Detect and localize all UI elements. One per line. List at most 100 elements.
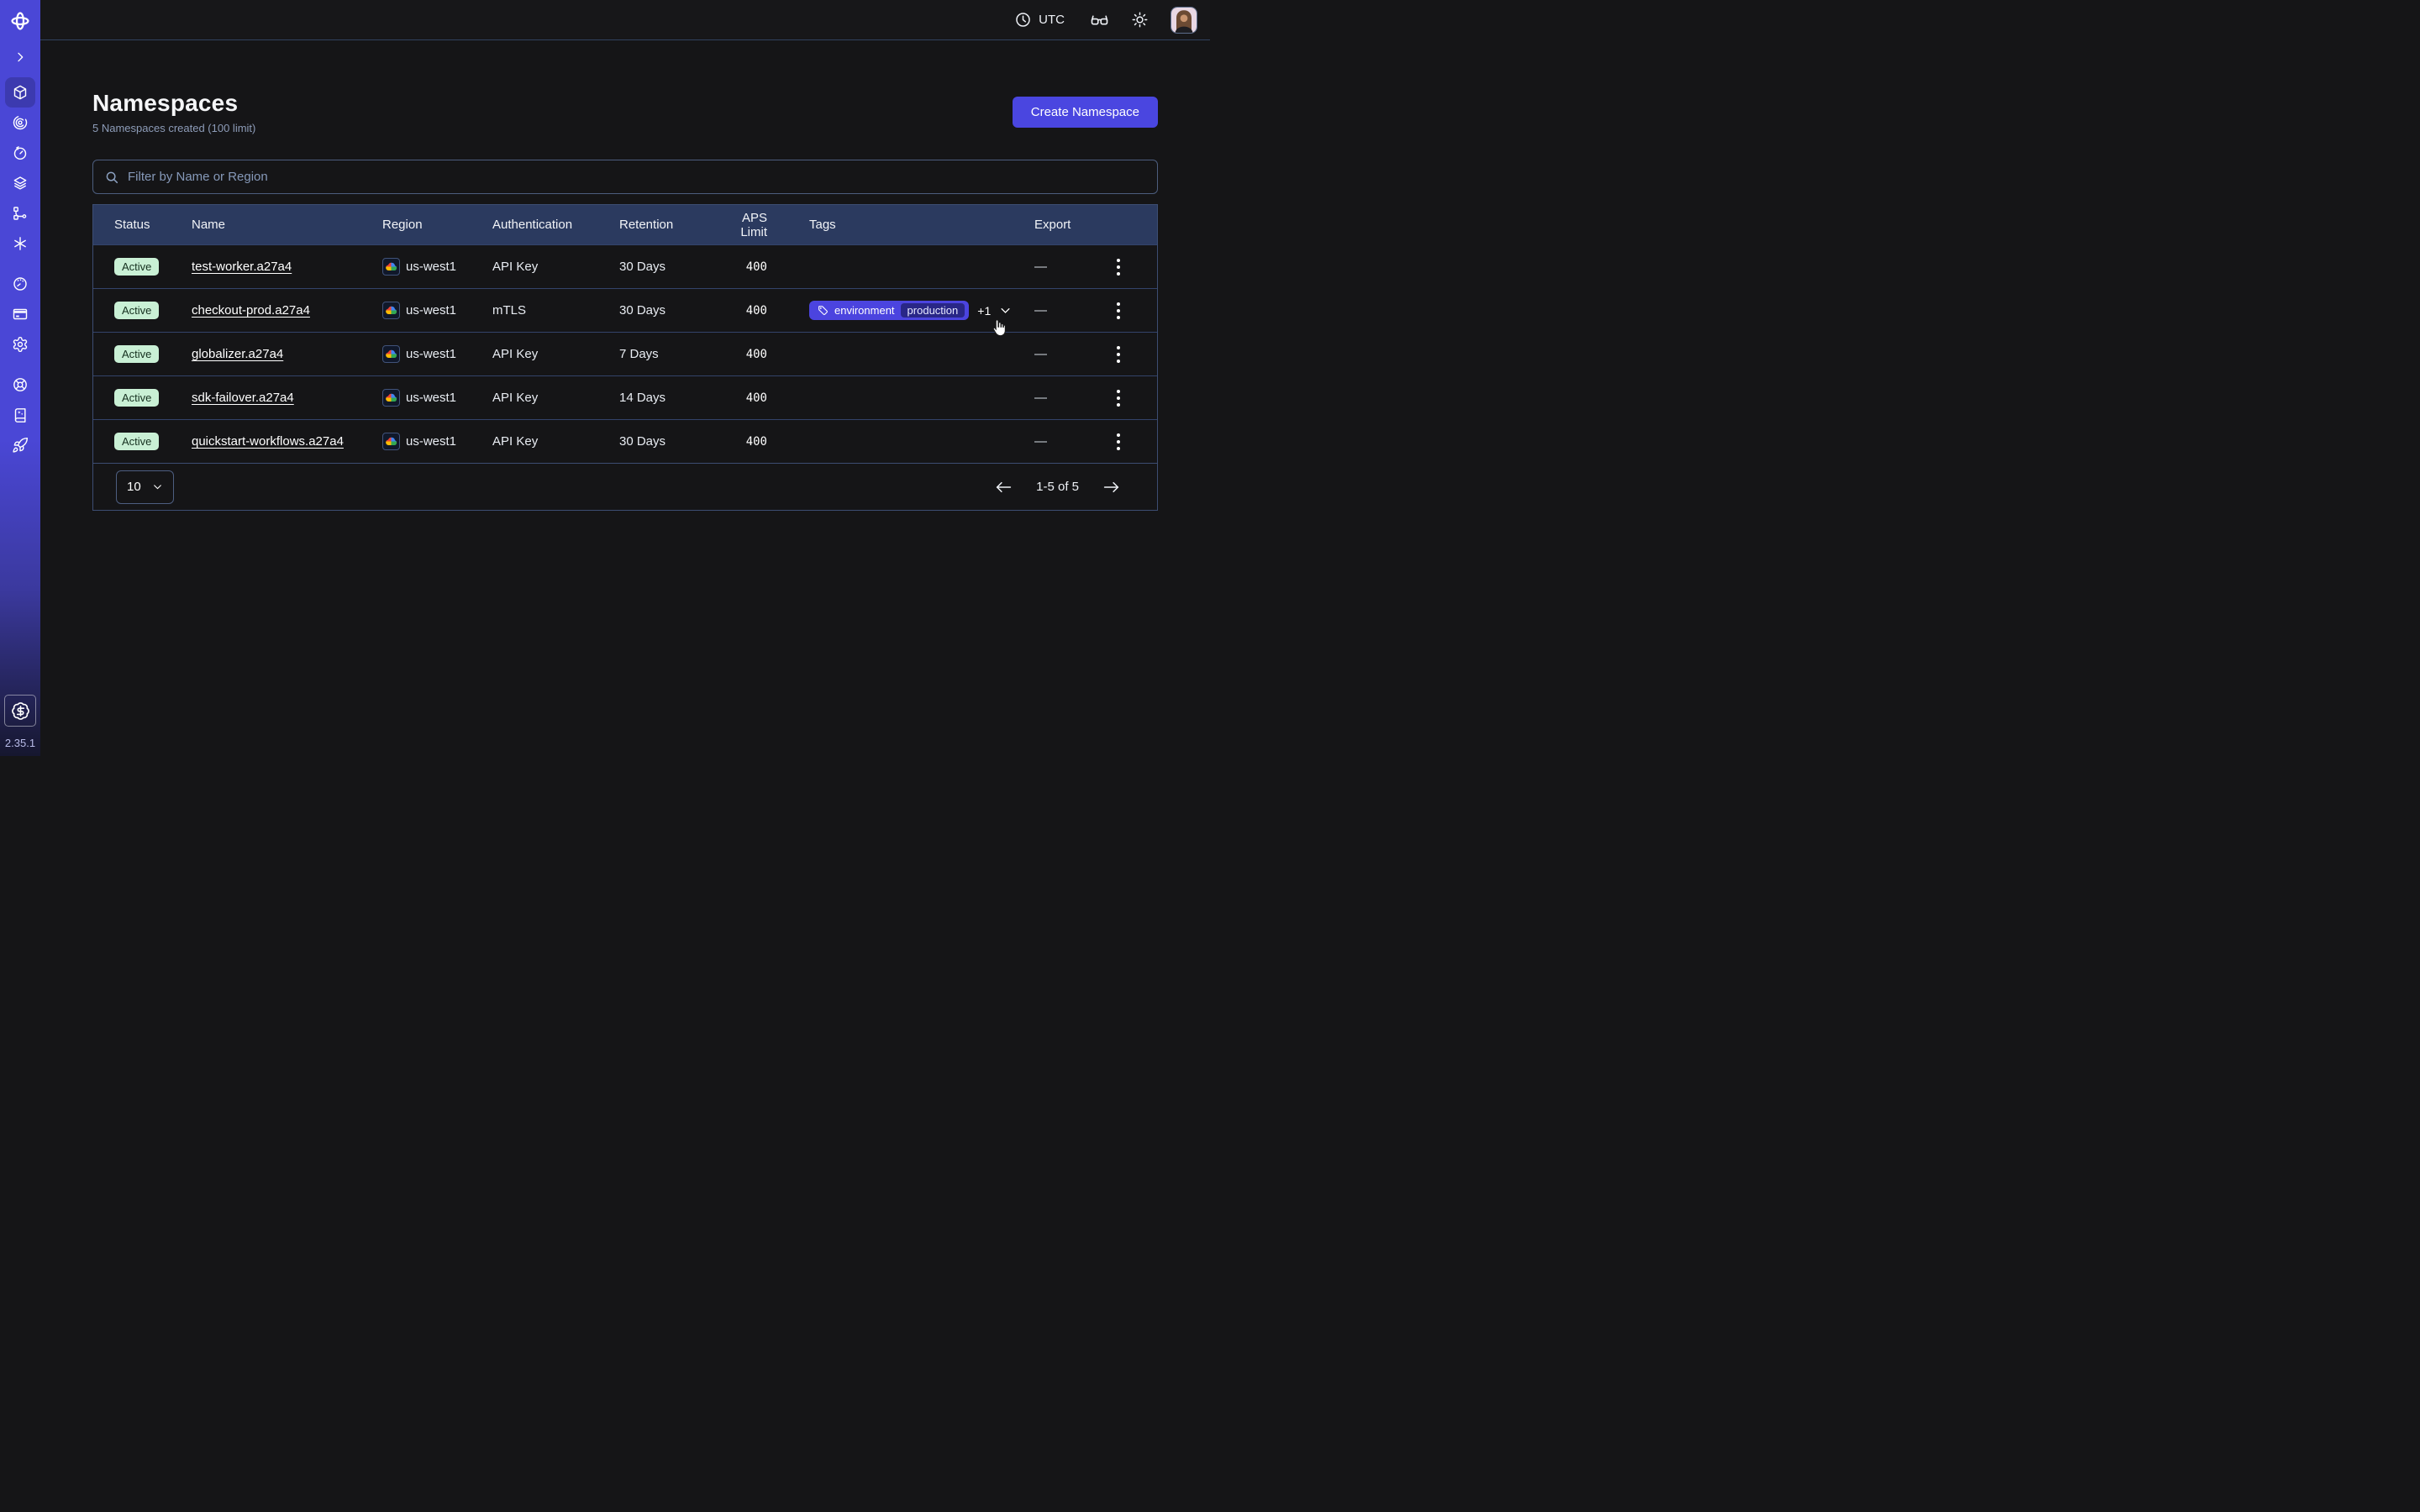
aps-limit-value: 400 [746, 304, 767, 318]
export-empty-value: — [1034, 391, 1047, 405]
status-badge: Active [114, 389, 159, 407]
row-actions-kebab-menu[interactable] [1110, 343, 1127, 366]
table-row: Active test-worker.a27a4 us-west1 API Ke… [93, 244, 1157, 288]
page-size-select[interactable]: 10 [116, 470, 174, 504]
table-header-row: Status Name Region Authentication Retent… [93, 205, 1157, 244]
tags-more-count: +1 [977, 304, 991, 318]
prev-page-arrow-icon[interactable] [992, 477, 1016, 497]
gear-icon [12, 336, 29, 353]
topbar: UTC [40, 0, 1210, 40]
asterisk-icon [12, 235, 29, 252]
auth-method: API Key [492, 260, 619, 274]
namespace-link[interactable]: quickstart-workflows.a27a4 [192, 434, 344, 449]
sidebar-item-usage[interactable] [5, 269, 35, 299]
gauge-icon [12, 276, 29, 292]
table-row: Active quickstart-workflows.a27a4 us-wes… [93, 419, 1157, 463]
main-content: Namespaces 5 Namespaces created (100 lim… [40, 40, 1210, 756]
gcp-region-icon [382, 389, 400, 407]
sidebar-item-batch-operations[interactable] [5, 168, 35, 198]
row-actions-kebab-menu[interactable] [1110, 255, 1127, 279]
auth-method: API Key [492, 347, 619, 361]
namespace-link[interactable]: test-worker.a27a4 [192, 260, 292, 274]
app-version: 2.35.1 [5, 737, 35, 749]
clock-icon [1014, 11, 1032, 29]
badge-dollar-icon [11, 701, 30, 721]
row-actions-kebab-menu[interactable] [1110, 386, 1127, 410]
filter-searchbox[interactable] [92, 160, 1158, 194]
tag-pill[interactable]: environment production [809, 301, 969, 320]
sidebar-item-schedules[interactable] [5, 138, 35, 168]
col-header-region: Region [382, 218, 492, 232]
branch-pipeline-icon [12, 205, 29, 222]
create-namespace-button[interactable]: Create Namespace [1013, 97, 1158, 128]
sidebar-item-namespaces[interactable] [5, 77, 35, 108]
namespace-link[interactable]: globalizer.a27a4 [192, 347, 283, 361]
status-badge: Active [114, 258, 159, 276]
row-actions-kebab-menu[interactable] [1110, 430, 1127, 454]
status-badge: Active [114, 345, 159, 363]
row-actions-kebab-menu[interactable] [1110, 299, 1127, 323]
tag-value: production [901, 303, 965, 318]
namespace-link[interactable]: checkout-prod.a27a4 [192, 303, 310, 318]
chevron-down-icon [152, 481, 163, 492]
sidebar-item-docs[interactable] [5, 400, 35, 430]
col-header-status: Status [114, 218, 192, 232]
sidebar-item-support[interactable] [5, 370, 35, 400]
page-size-value: 10 [127, 480, 141, 494]
auth-method: API Key [492, 434, 619, 449]
status-badge: Active [114, 433, 159, 450]
sidebar-item-nexus[interactable] [5, 228, 35, 259]
col-header-authentication: Authentication [492, 218, 619, 232]
layers-icon [12, 175, 29, 192]
timezone-selector[interactable]: UTC [1014, 11, 1065, 29]
col-header-name: Name [192, 218, 382, 232]
next-page-arrow-icon[interactable] [1099, 477, 1123, 497]
sidebar-item-billing[interactable] [5, 299, 35, 329]
region-label: us-west1 [406, 347, 456, 361]
retention-value: 7 Days [619, 347, 715, 361]
col-header-export: Export [1034, 218, 1157, 232]
export-empty-value: — [1034, 434, 1047, 449]
book-sparkles-icon [12, 407, 29, 423]
auth-method: mTLS [492, 303, 619, 318]
table-pagination: 10 1-5 of 5 [93, 463, 1157, 510]
export-empty-value: — [1034, 347, 1047, 361]
namespace-count-subtitle: 5 Namespaces created (100 limit) [92, 122, 255, 134]
theme-toggle-sun-icon[interactable] [1131, 11, 1149, 29]
temporal-logo-icon [9, 10, 31, 32]
user-avatar[interactable] [1171, 7, 1197, 34]
tag-icon [818, 305, 829, 316]
export-empty-value: — [1034, 303, 1047, 318]
table-row: Active sdk-failover.a27a4 us-west1 API K… [93, 375, 1157, 419]
gcp-region-icon [382, 302, 400, 319]
region-label: us-west1 [406, 260, 456, 274]
aps-limit-value: 400 [746, 435, 767, 449]
col-header-tags: Tags [809, 218, 1034, 232]
sidebar-item-settings[interactable] [5, 329, 35, 360]
col-header-aps-limit: APS Limit [715, 211, 809, 239]
retention-value: 14 Days [619, 391, 715, 405]
schedules-timer-icon [12, 144, 29, 161]
glasses-icon[interactable] [1090, 10, 1109, 29]
sidebar-item-deployments[interactable] [5, 198, 35, 228]
retention-value: 30 Days [619, 260, 715, 274]
gcp-region-icon [382, 258, 400, 276]
credit-card-icon [12, 306, 29, 323]
pagination-range: 1-5 of 5 [1036, 480, 1079, 494]
aps-limit-value: 400 [746, 391, 767, 405]
aps-limit-value: 400 [746, 260, 767, 274]
sidebar-item-workflows[interactable] [5, 108, 35, 138]
namespace-link[interactable]: sdk-failover.a27a4 [192, 391, 294, 405]
rocket-icon [12, 437, 29, 454]
sidebar: 2.35.1 [0, 0, 40, 756]
sidebar-item-getting-started[interactable] [5, 430, 35, 460]
filter-input[interactable] [128, 170, 1146, 184]
tags-expand-chevron-icon[interactable] [999, 304, 1012, 317]
auth-method: API Key [492, 391, 619, 405]
tag-key: environment [834, 304, 895, 317]
sidebar-expand-chevron-icon[interactable] [13, 50, 27, 64]
timezone-label: UTC [1039, 13, 1065, 27]
credits-button[interactable] [4, 695, 36, 727]
region-label: us-west1 [406, 391, 456, 405]
col-header-retention: Retention [619, 218, 715, 232]
